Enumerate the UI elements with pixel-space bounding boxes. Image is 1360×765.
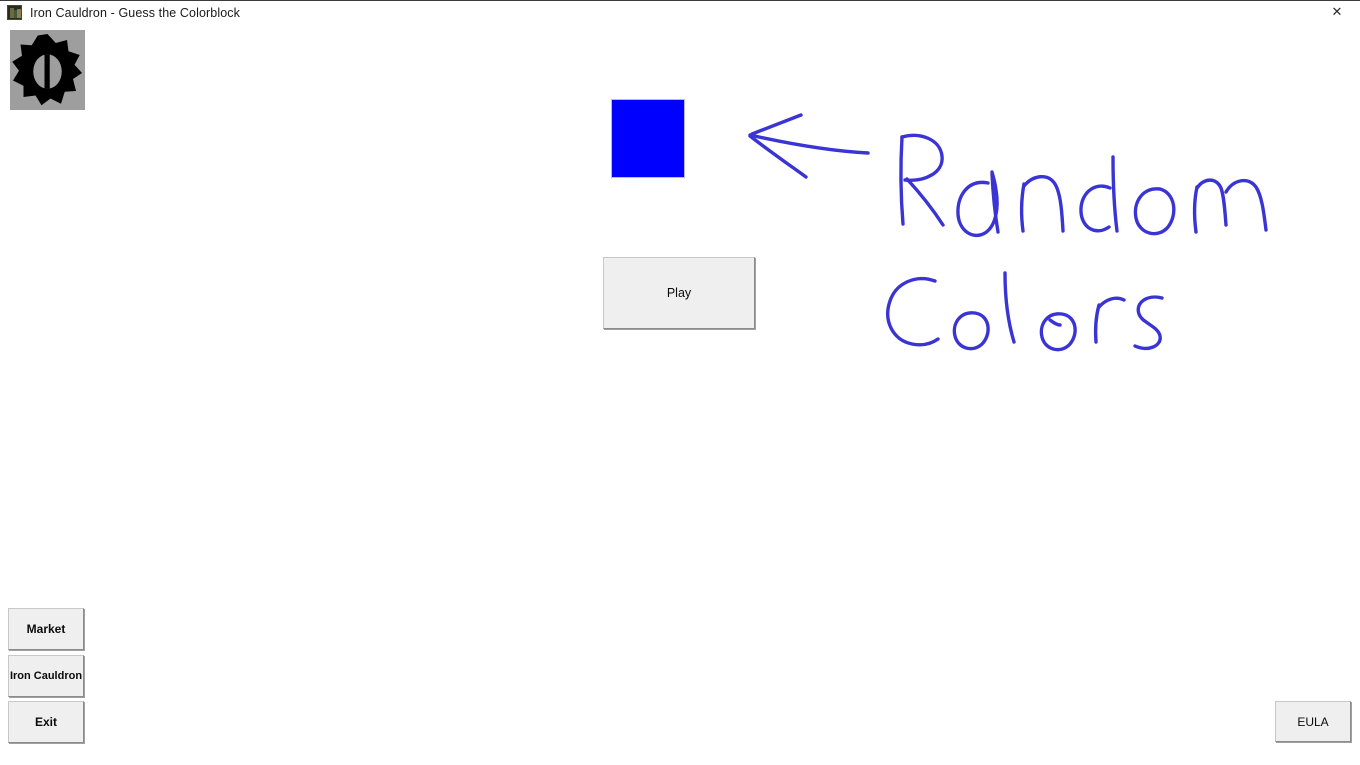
iron-cauldron-button[interactable]: Iron Cauldron bbox=[8, 655, 84, 697]
window-title: Iron Cauldron - Guess the Colorblock bbox=[30, 5, 240, 20]
arrow-lower-barb bbox=[748, 134, 808, 179]
game-client-area: Play Market Iron Cauldron Exit EULA bbox=[0, 24, 1360, 765]
color-swatch bbox=[611, 99, 685, 178]
window-titlebar: Iron Cauldron - Guess the Colorblock ✕ bbox=[0, 0, 1360, 24]
arrow-upper-barb bbox=[750, 113, 803, 136]
exit-button[interactable]: Exit bbox=[8, 701, 84, 743]
arrow-shaft bbox=[748, 133, 870, 155]
market-button[interactable]: Market bbox=[8, 608, 84, 650]
play-button[interactable]: Play bbox=[603, 257, 755, 329]
close-icon[interactable]: ✕ bbox=[1314, 1, 1360, 25]
gear-logo-icon bbox=[10, 30, 85, 110]
iron-cauldron-app-icon bbox=[7, 5, 22, 20]
eula-button[interactable]: EULA bbox=[1275, 701, 1351, 742]
